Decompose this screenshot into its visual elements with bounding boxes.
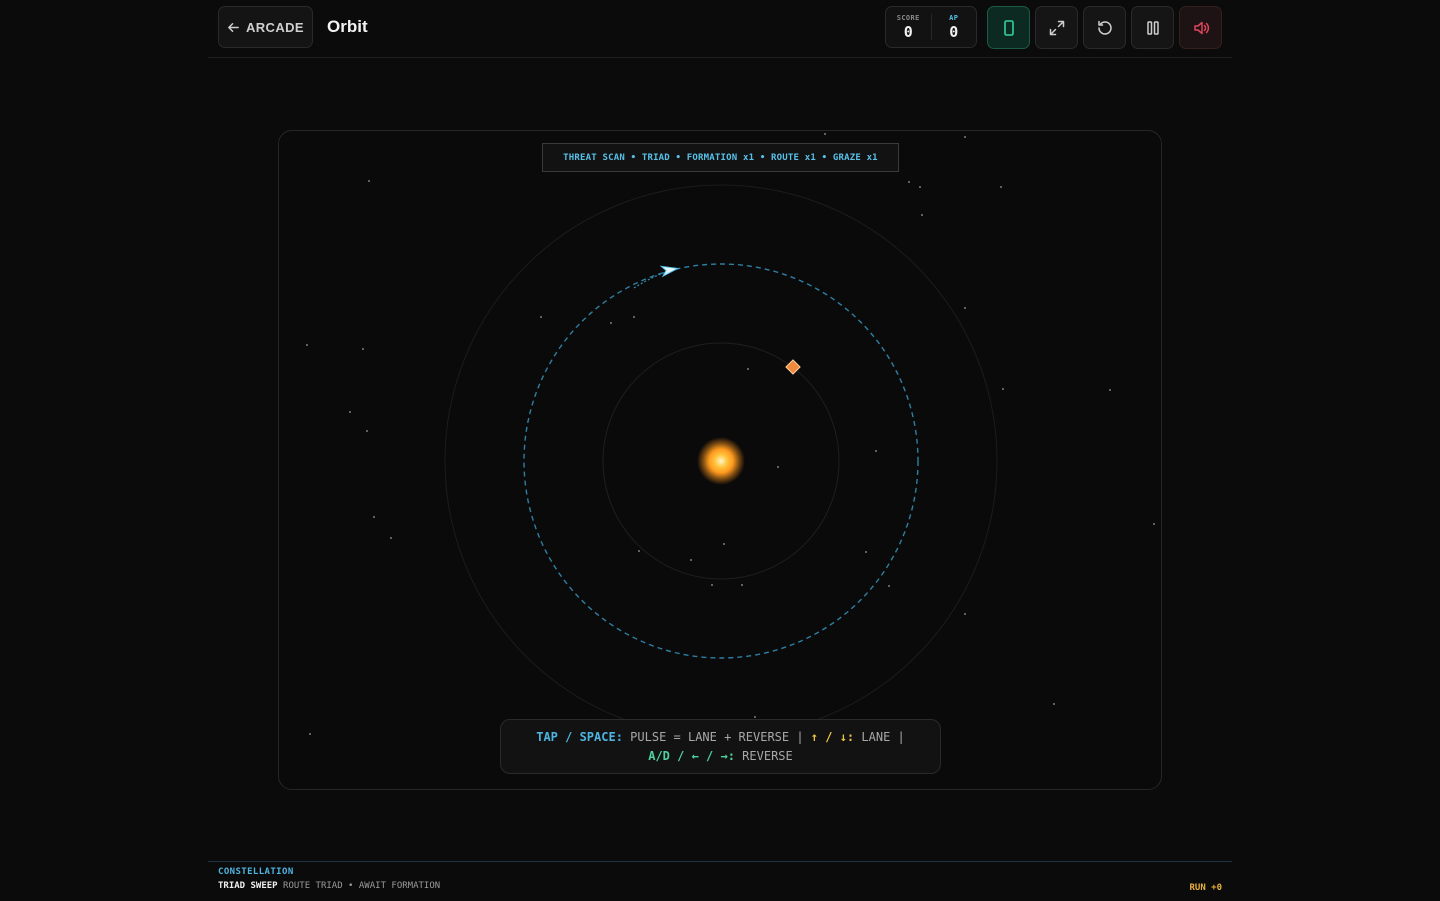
status-footer: CONSTELLATION TRIAD SWEEP ROUTE TRIAD • … xyxy=(208,861,1232,901)
fullscreen-button[interactable] xyxy=(1035,6,1078,49)
star xyxy=(777,466,779,468)
help-key-reverse: A/D / ← / →: xyxy=(648,749,735,763)
constellation-label: CONSTELLATION xyxy=(218,867,294,877)
star xyxy=(741,584,743,586)
star xyxy=(908,181,910,183)
star xyxy=(1000,186,1002,188)
star-field xyxy=(306,133,1155,735)
star xyxy=(390,537,392,539)
help-desc-reverse: REVERSE xyxy=(742,749,793,763)
arrow-left-icon xyxy=(227,21,240,34)
star xyxy=(373,516,375,518)
sound-toggle-button[interactable] xyxy=(1179,6,1222,49)
star xyxy=(610,322,612,324)
star xyxy=(1153,523,1155,525)
star xyxy=(362,348,364,350)
star xyxy=(633,316,635,318)
help-key-tap: TAP / SPACE: xyxy=(536,730,623,744)
star xyxy=(921,214,923,216)
star xyxy=(540,316,542,318)
star xyxy=(754,716,756,718)
restart-button[interactable] xyxy=(1083,6,1126,49)
constellation-status: TRIAD SWEEP ROUTE TRIAD • AWAIT FORMATIO… xyxy=(218,881,440,891)
phone-icon xyxy=(1000,19,1018,37)
star xyxy=(723,543,725,545)
star xyxy=(824,133,826,135)
star xyxy=(964,136,966,138)
mode-status: ROUTE TRIAD • AWAIT FORMATION xyxy=(283,881,441,891)
star xyxy=(964,307,966,309)
star xyxy=(366,430,368,432)
help-desc-lane: LANE | xyxy=(861,730,905,744)
star xyxy=(888,585,890,587)
star xyxy=(349,411,351,413)
score-cell: SCORE 0 xyxy=(886,7,931,47)
help-line-1: TAP / SPACE: PULSE = LANE + REVERSE | ↑ … xyxy=(536,730,905,744)
score-panel: SCORE 0 AP 0 xyxy=(885,6,977,48)
star xyxy=(368,180,370,182)
help-line-2: A/D / ← / →: REVERSE xyxy=(648,749,793,763)
star xyxy=(1002,388,1004,390)
score-label: SCORE xyxy=(896,13,920,22)
ap-value: 0 xyxy=(949,22,959,41)
mode-name: TRIAD SWEEP xyxy=(218,881,278,891)
star xyxy=(865,551,867,553)
restart-icon xyxy=(1096,19,1114,37)
player-ship xyxy=(659,265,680,278)
star xyxy=(1053,703,1055,705)
run-bonus: RUN +0 xyxy=(1189,883,1222,893)
orbit-field xyxy=(306,133,1155,738)
game-canvas[interactable]: THREAT SCAN • TRIAD • FORMATION x1 • ROU… xyxy=(278,130,1162,790)
sun xyxy=(704,444,738,478)
star xyxy=(638,550,640,552)
ship-trail xyxy=(633,270,670,289)
star xyxy=(690,559,692,561)
expand-icon xyxy=(1048,19,1066,37)
volume-icon xyxy=(1192,19,1210,37)
help-desc-pulse: PULSE = LANE + REVERSE | xyxy=(630,730,804,744)
page-title: Orbit xyxy=(327,17,368,36)
back-to-arcade-button[interactable]: ARCADE xyxy=(218,6,313,48)
ap-cell: AP 0 xyxy=(930,13,977,41)
ap-label: AP xyxy=(949,13,959,22)
pause-icon xyxy=(1144,19,1162,37)
help-key-lane: ↑ / ↓: xyxy=(810,730,855,744)
pause-button[interactable] xyxy=(1131,6,1174,49)
mobile-mode-button[interactable] xyxy=(987,6,1030,49)
star xyxy=(747,368,749,370)
threat-scan-banner: THREAT SCAN • TRIAD • FORMATION x1 • ROU… xyxy=(542,143,899,172)
star xyxy=(875,450,877,452)
star xyxy=(306,344,308,346)
star xyxy=(964,613,966,615)
star xyxy=(919,186,921,188)
star xyxy=(1109,389,1111,391)
star xyxy=(711,584,713,586)
top-bar: ARCADE Orbit SCORE 0 AP 0 xyxy=(208,0,1232,58)
score-value: 0 xyxy=(903,22,913,41)
back-button-label: ARCADE xyxy=(245,19,304,35)
star xyxy=(309,733,311,735)
controls-help-panel: TAP / SPACE: PULSE = LANE + REVERSE | ↑ … xyxy=(500,719,941,774)
